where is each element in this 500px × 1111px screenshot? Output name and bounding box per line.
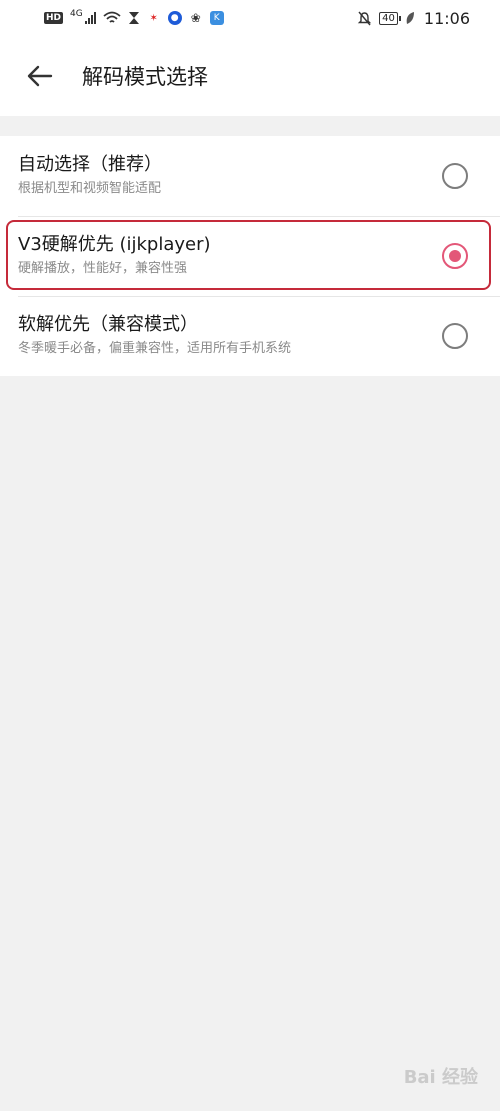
option-title: 自动选择（推荐）: [18, 154, 162, 175]
arrow-left-icon: [27, 65, 53, 87]
option-subtitle: 根据机型和视频智能适配: [18, 181, 162, 196]
network-type: 4G: [70, 9, 83, 19]
hd-badge: HD: [44, 12, 64, 24]
decode-mode-list: 自动选择（推荐） 根据机型和视频智能适配 V3硬解优先 (ijkplayer) …: [0, 136, 500, 376]
signal-icon: [84, 12, 96, 24]
app-bar: 解码模式选择: [0, 36, 500, 116]
weibo-app-icon: ✶: [149, 12, 158, 24]
option-software[interactable]: 软解优先（兼容模式） 冬季暖手必备，偏重兼容性，适用所有手机系统: [0, 296, 500, 376]
option-subtitle: 硬解播放，性能好，兼容性强: [18, 261, 188, 276]
option-title: 软解优先（兼容模式）: [18, 314, 198, 335]
k-app-icon: K: [209, 11, 224, 25]
battery-icon: 40: [379, 11, 401, 25]
option-auto[interactable]: 自动选择（推荐） 根据机型和视频智能适配: [0, 136, 500, 216]
leaf-icon: [406, 12, 414, 24]
option-subtitle: 冬季暖手必备，偏重兼容性，适用所有手机系统: [18, 341, 292, 356]
huawei-app-icon: ❀: [190, 11, 201, 25]
radio-button-auto[interactable]: [442, 163, 468, 189]
clock: 11:06: [423, 8, 470, 28]
option-hardware[interactable]: V3硬解优先 (ijkplayer) 硬解播放，性能好，兼容性强: [0, 216, 500, 296]
watermark: Bai 经验: [404, 1063, 478, 1089]
hourglass-icon: [128, 12, 139, 24]
status-right: 40 11:06: [357, 9, 470, 28]
radio-button-software[interactable]: [442, 323, 468, 349]
radio-button-hardware[interactable]: [442, 243, 468, 269]
circle-app-icon: ●: [167, 11, 182, 25]
wifi-icon: [103, 11, 121, 23]
status-bar: HD 4G ✶ ● ❀ K 40 11:06: [0, 0, 500, 36]
option-title: V3硬解优先 (ijkplayer): [18, 234, 211, 255]
back-button[interactable]: [20, 56, 60, 96]
page-title: 解码模式选择: [82, 65, 208, 89]
bell-muted-icon: [357, 11, 372, 25]
status-left: HD 4G ✶ ● ❀ K: [44, 9, 224, 25]
watermark-text: Bai 经验: [403, 1067, 478, 1088]
